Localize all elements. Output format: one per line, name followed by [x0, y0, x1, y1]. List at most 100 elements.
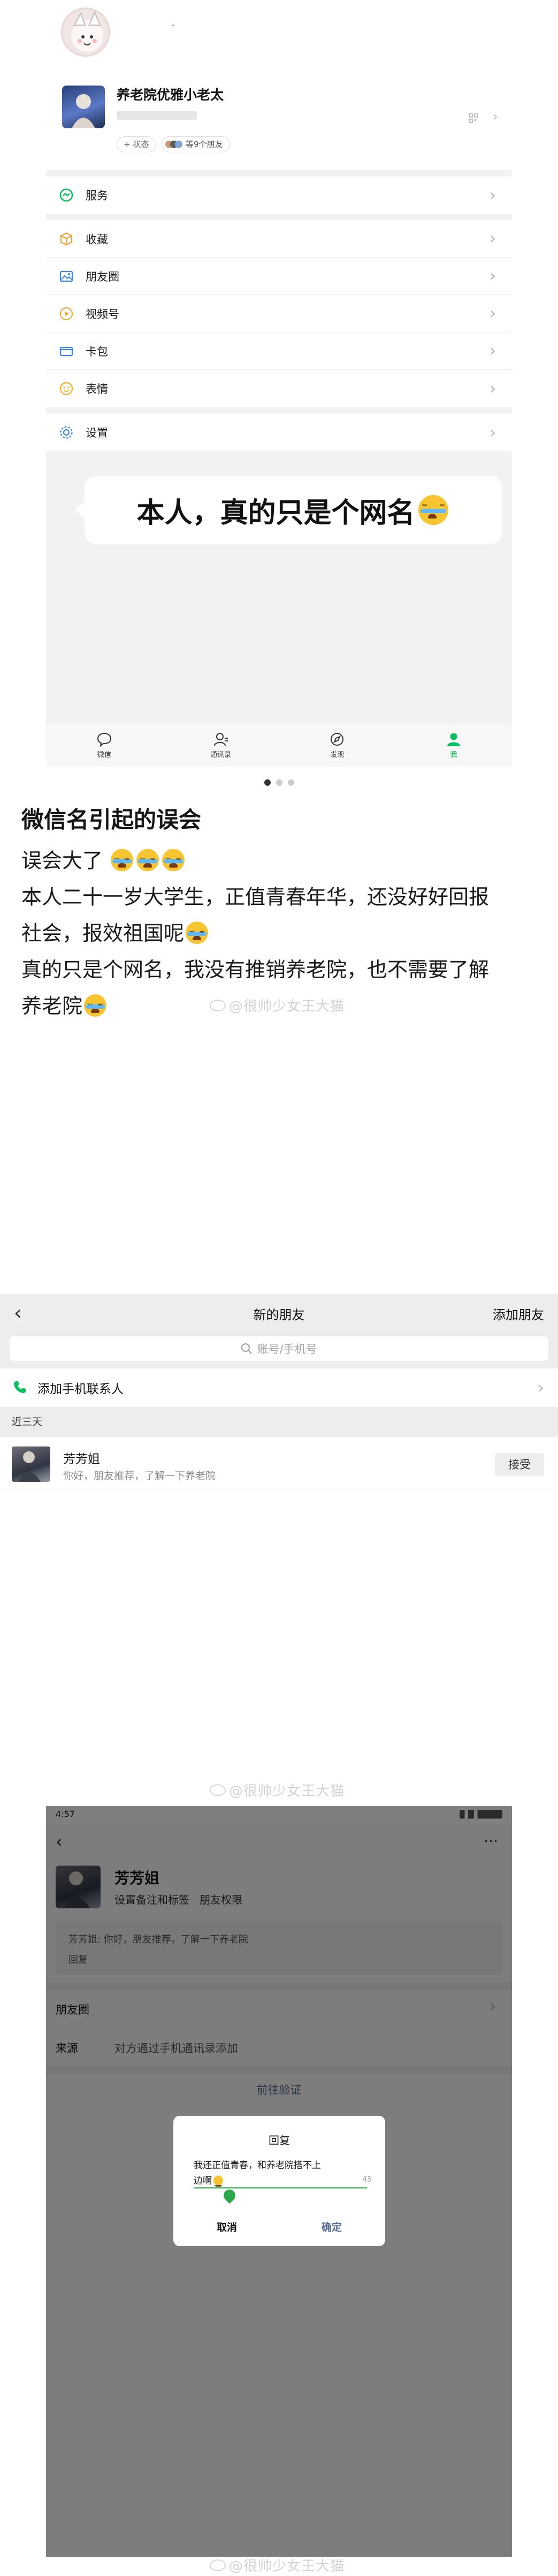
menu-item-settings[interactable]: 设置 › [46, 414, 512, 451]
crying-emoji-icon [186, 922, 209, 944]
sticker-smile-icon [58, 380, 75, 397]
tab-chats[interactable]: 微信 [46, 724, 163, 767]
reply-textarea[interactable]: 我还正值青春，和养老院搭不上 边啊 43 [194, 2157, 371, 2204]
wechat-id-blurred [117, 111, 197, 120]
carousel-indicator [264, 779, 294, 786]
chevron-right-icon: › [490, 379, 496, 398]
dot [172, 25, 174, 26]
post-line: 误会大了 [21, 842, 546, 879]
cancel-button[interactable]: 取消 [195, 2219, 259, 2234]
qr-code-icon[interactable] [469, 113, 478, 123]
crying-emoji-icon [111, 849, 134, 871]
accept-button[interactable]: 接受 [495, 1453, 544, 1476]
reply-dialog: 回复 我还正值青春，和养老院搭不上 边啊 43 取消 确定 [173, 2116, 385, 2246]
friend-avatars-icon [165, 141, 182, 148]
confirm-label: 确定 [321, 2222, 342, 2233]
crying-emoji-icon [162, 849, 185, 871]
input-underline [194, 2187, 367, 2188]
bubble-text: 本人，真的只是个网名 [136, 497, 415, 529]
add-phone-contacts-row[interactable]: 添加手机联系人 › [0, 1368, 558, 1407]
watermark: @很帅少女王大猫 [210, 995, 345, 1015]
channels-icon [58, 305, 75, 322]
menu-item-channels[interactable]: 视频号 › [46, 295, 512, 332]
me-person-icon [447, 733, 461, 746]
reply-text-line: 我还正值青春，和养老院搭不上 [194, 2160, 321, 2171]
tab-label: 微信 [97, 751, 111, 759]
tab-me[interactable]: 我 [395, 724, 512, 767]
search-input[interactable]: 账号/手机号 [10, 1336, 548, 1361]
friends-status-chip[interactable]: 等9个朋友 [162, 136, 230, 152]
top-avatar [61, 7, 110, 57]
watermark-text: @很帅少女王大猫 [229, 999, 345, 1015]
chevron-right-icon: › [490, 267, 496, 285]
reply-text-line: 边啊 [194, 2173, 367, 2187]
post-line: 社会，报效祖国呢 [21, 915, 546, 952]
menu-item-stickers[interactable]: 表情 › [46, 370, 512, 407]
add-contacts-label: 添加手机联系人 [37, 1382, 124, 1396]
text-cursor-handle[interactable] [221, 2187, 238, 2204]
tab-label: 发现 [330, 751, 345, 759]
discover-compass-icon [331, 733, 344, 746]
watermark: @很帅少女王大猫 [210, 1780, 345, 1800]
section-divider [46, 170, 512, 176]
reply-text-line2: 边啊 [194, 2176, 212, 2186]
section-divider [46, 214, 512, 220]
cancel-label: 取消 [216, 2222, 237, 2233]
tab-discover[interactable]: 发现 [279, 724, 396, 767]
post-line-text: 社会，报效祖国呢 [21, 922, 185, 945]
post-title: 微信名引起的误会 [21, 807, 202, 833]
watermark-text: @很帅少女王大猫 [229, 2558, 345, 2574]
service-icon [58, 187, 75, 204]
post-line-text: 误会大了 [21, 849, 103, 872]
bubble-tail [75, 499, 87, 521]
watermark: @很帅少女王大猫 [210, 2555, 345, 2575]
menu-item-label: 朋友圈 [86, 270, 119, 283]
weibo-logo-icon [210, 2559, 226, 2571]
menu-item-label: 视频号 [86, 307, 119, 321]
chevron-right-icon: › [490, 185, 496, 205]
status-button[interactable]: + 状态 [117, 136, 156, 152]
chevron-right-icon: › [490, 304, 496, 323]
chevron-right-icon: › [538, 1378, 544, 1397]
moments-image-icon [58, 268, 75, 285]
request-message: 你好，朋友推荐，了解一下养老院 [63, 1470, 216, 1482]
post-line-text: 养老院 [21, 994, 83, 1018]
watermark-text: @很帅少女王大猫 [229, 1783, 345, 1799]
friends-status-label: 等9个朋友 [186, 140, 223, 149]
requester-avatar [12, 1446, 50, 1482]
chat-bubble-icon [97, 732, 111, 747]
search-placeholder: 账号/手机号 [257, 1343, 317, 1356]
chevron-right-icon: › [490, 229, 496, 248]
nav-bar: ‹ 新的朋友 添加朋友 [0, 1294, 558, 1333]
avatar-figure-icon [18, 1451, 41, 1482]
profile-chevron-icon: › [493, 109, 498, 124]
profile-username: 养老院优雅小老太 [117, 87, 224, 103]
new-friends-screenshot: ‹ 新的朋友 添加朋友 账号/手机号 添加手机联系人 › 近三天 芳芳姐 你好，… [0, 1294, 558, 1668]
cartoon-avatar-icon [71, 11, 103, 52]
menu-item-moments[interactable]: 朋友圈 › [46, 258, 512, 295]
confirm-button[interactable]: 确定 [300, 2219, 364, 2234]
post-line: 本人二十一岁大学生，正值青春年华，还没好好回报 [21, 885, 490, 909]
favorites-cube-icon [58, 230, 75, 247]
crying-emoji-icon [136, 849, 159, 871]
phone-icon [14, 1381, 26, 1394]
weibo-logo-icon [210, 999, 226, 1011]
menu-item-service[interactable]: 服务 › [46, 176, 512, 214]
contacts-icon [213, 733, 228, 746]
tab-label: 通讯录 [210, 751, 232, 759]
add-friend-link[interactable]: 添加朋友 [493, 1304, 544, 1323]
status-button-label: + 状态 [124, 140, 149, 149]
menu-item-card-wallet[interactable]: 卡包 › [46, 332, 512, 370]
search-icon [241, 1343, 253, 1354]
section-divider [46, 407, 512, 414]
profile-dialog-screenshot: 4:57 ‹ ··· 芳芳姐 设置备注和标签 朋友权限 芳芳姐: 你好，朋友推荐… [46, 1806, 512, 2557]
nav-title: 新的朋友 [253, 1308, 305, 1322]
speech-bubble: 本人，真的只是个网名 [75, 476, 502, 544]
menu-item-favorites[interactable]: 收藏 › [46, 220, 512, 258]
post-line: 真的只是个网名，我没有推销养老院，也不需要了解 [21, 958, 490, 981]
profile-avatar[interactable] [62, 86, 105, 128]
friend-request-row[interactable]: 芳芳姐 你好，朋友推荐，了解一下养老院 接受 [0, 1437, 558, 1490]
search-area: 账号/手机号 [0, 1333, 558, 1368]
tab-contacts[interactable]: 通讯录 [163, 724, 279, 767]
chevron-right-icon: › [490, 423, 496, 442]
